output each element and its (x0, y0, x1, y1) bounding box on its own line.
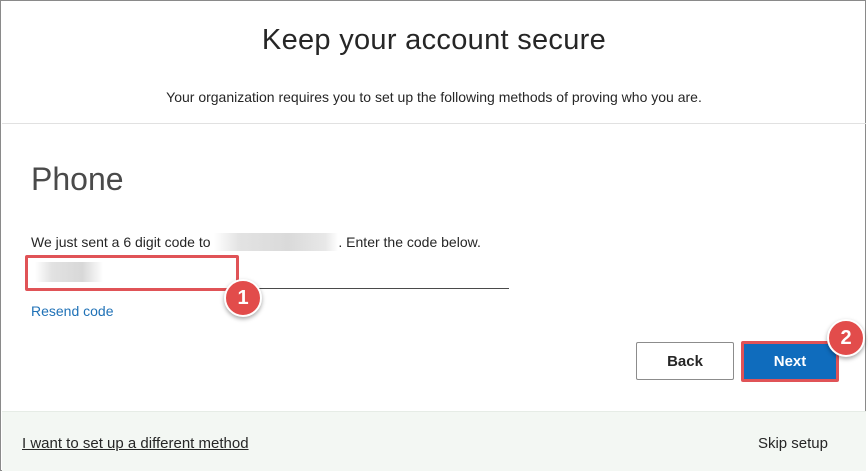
page-title: Keep your account secure (261, 24, 607, 56)
redacted-phone-number (214, 233, 339, 251)
message-prefix: We just sent a 6 digit code to (31, 234, 211, 250)
step-badge-1: 1 (224, 279, 262, 317)
page-subtitle: Your organization requires you to set up… (166, 89, 702, 105)
header: Keep your account secure Your organizati… (2, 2, 866, 124)
skip-setup-link[interactable]: Skip setup (758, 435, 828, 452)
resend-code-link[interactable]: Resend code (31, 303, 114, 319)
step-badge-2: 2 (827, 319, 865, 357)
back-button[interactable]: Back (636, 342, 734, 380)
different-method-link[interactable]: I want to set up a different method (22, 435, 249, 452)
section-title: Phone (31, 161, 124, 197)
callout-highlight-next-button (741, 341, 839, 382)
message-suffix: . Enter the code below. (338, 234, 481, 250)
dialog-frame: Keep your account secure Your organizati… (0, 0, 866, 471)
callout-highlight-code-input (25, 255, 239, 291)
code-sent-message: We just sent a 6 digit code to . Enter t… (31, 233, 481, 251)
footer: I want to set up a different method Skip… (2, 411, 866, 471)
